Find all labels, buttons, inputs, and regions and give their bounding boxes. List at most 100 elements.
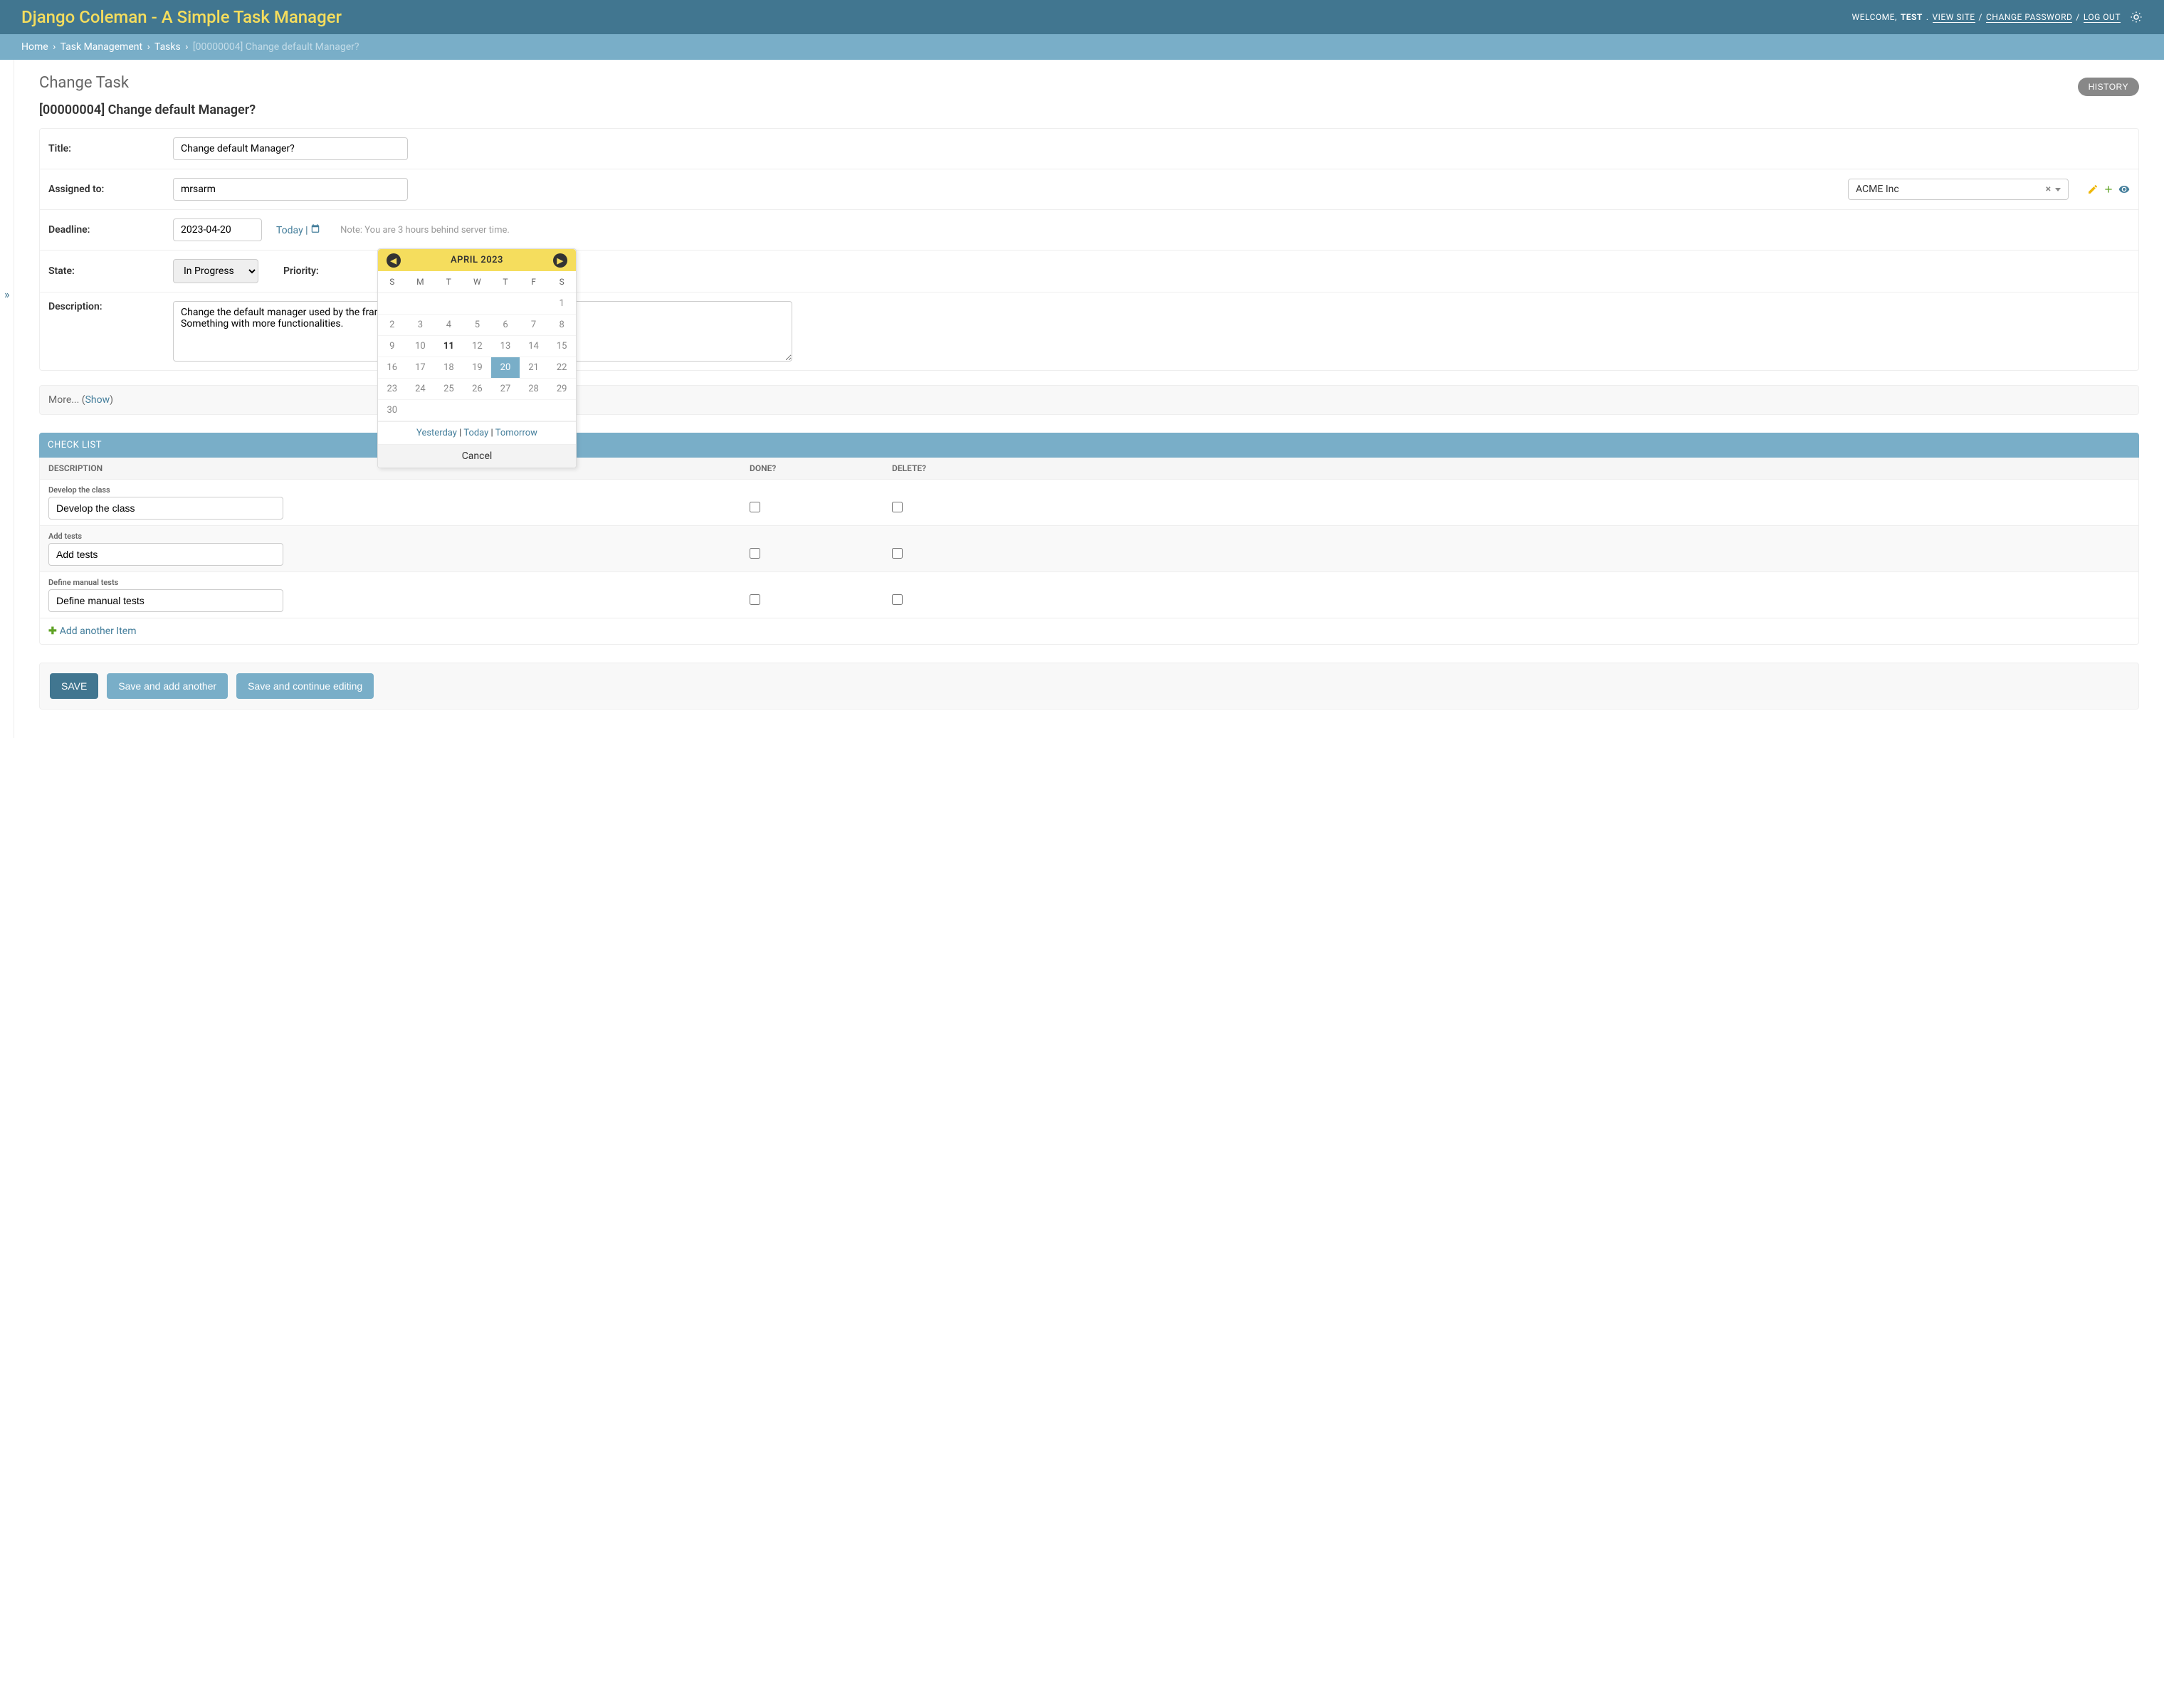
sidebar-toggle[interactable]: » [0, 60, 14, 738]
partner-select[interactable]: ACME Inc × [1848, 179, 2069, 200]
calendar-day[interactable]: 25 [434, 379, 463, 400]
calendar-day[interactable]: 7 [520, 315, 548, 336]
calendar-day[interactable]: 16 [378, 357, 406, 379]
calendar-day[interactable]: 4 [434, 315, 463, 336]
tomorrow-link[interactable]: Tomorrow [495, 428, 537, 438]
item-done-checkbox[interactable] [750, 548, 760, 559]
calendar-day[interactable]: 23 [378, 379, 406, 400]
show-link[interactable]: Show [85, 394, 110, 406]
calendar-day[interactable]: 20 [491, 357, 520, 379]
calendar-dow: M [406, 271, 435, 293]
calendar-day [491, 293, 520, 315]
calendar-day [406, 293, 435, 315]
item-description-input[interactable] [48, 497, 283, 520]
item-description-input[interactable] [48, 589, 283, 612]
state-select[interactable]: In Progress [173, 259, 258, 283]
breadcrumb-app[interactable]: Task Management [61, 41, 142, 53]
calendar-prev-button[interactable]: ◀ [387, 253, 401, 268]
main-fieldset: Title: Assigned to: ACME Inc × [39, 128, 2139, 371]
today-link[interactable]: Today [276, 225, 303, 236]
save-continue-button[interactable]: Save and continue editing [236, 673, 374, 699]
partner-value: ACME Inc [1856, 184, 1899, 195]
resolution-textarea[interactable] [564, 301, 792, 362]
calendar-day[interactable]: 13 [491, 336, 520, 357]
partner-dropdown-icon[interactable] [2055, 188, 2061, 191]
calendar-day[interactable]: 11 [434, 336, 463, 357]
calendar-day[interactable]: 6 [491, 315, 520, 336]
calendar-day[interactable]: 8 [547, 315, 576, 336]
calendar-day[interactable]: 21 [520, 357, 548, 379]
calendar-day[interactable]: 28 [520, 379, 548, 400]
object-title: [00000004] Change default Manager? [39, 102, 2139, 117]
view-icon[interactable] [2118, 184, 2130, 195]
calendar-day [463, 293, 492, 315]
breadcrumb-model[interactable]: Tasks [154, 41, 181, 53]
calendar-dow: T [491, 271, 520, 293]
calendar-day [491, 400, 520, 421]
theme-toggle-icon[interactable] [2130, 11, 2143, 23]
add-icon[interactable] [2103, 184, 2114, 195]
calendar-day[interactable]: 26 [463, 379, 492, 400]
calendar-day [520, 400, 548, 421]
title-input[interactable] [173, 137, 408, 160]
calendar-day[interactable]: 2 [378, 315, 406, 336]
calendar-next-button[interactable]: ▶ [553, 253, 567, 268]
calendar-icon[interactable] [310, 225, 320, 236]
calendar-dow: T [434, 271, 463, 293]
checklist-header: CHECK LIST [39, 433, 2139, 458]
save-button[interactable]: SAVE [50, 673, 98, 699]
item-delete-checkbox[interactable] [892, 594, 903, 605]
calendar-day[interactable]: 30 [378, 400, 406, 421]
today-shortcut-link[interactable]: Today [463, 428, 488, 438]
calendar-day[interactable]: 27 [491, 379, 520, 400]
item-done-checkbox[interactable] [750, 502, 760, 512]
user-tools: WELCOME, TEST. VIEW SITE / CHANGE PASSWO… [1852, 11, 2143, 23]
add-item-link[interactable]: ✚Add another Item [48, 626, 136, 637]
history-button[interactable]: HISTORY [2078, 78, 2139, 96]
calendar-day[interactable]: 24 [406, 379, 435, 400]
description-label: Description: [48, 301, 159, 312]
calendar-day[interactable]: 10 [406, 336, 435, 357]
view-site-link[interactable]: VIEW SITE [1933, 12, 1975, 23]
breadcrumb-home[interactable]: Home [21, 41, 48, 53]
item-done-checkbox[interactable] [750, 594, 760, 605]
calendar-day[interactable]: 15 [547, 336, 576, 357]
calendar-day[interactable]: 22 [547, 357, 576, 379]
change-password-link[interactable]: CHANGE PASSWORD [1986, 12, 2072, 23]
calendar-day[interactable]: 3 [406, 315, 435, 336]
logout-link[interactable]: LOG OUT [2084, 12, 2121, 23]
deadline-input[interactable] [173, 218, 262, 241]
assigned-to-input[interactable] [173, 178, 408, 201]
site-title[interactable]: Django Coleman - A Simple Task Manager [21, 7, 342, 27]
calendar-day [434, 400, 463, 421]
item-label: Develop the class [48, 485, 2130, 495]
calendar-grid: SMTWTFS 12345678910111213141516171819202… [378, 271, 576, 421]
calendar-day[interactable]: 9 [378, 336, 406, 357]
item-delete-checkbox[interactable] [892, 502, 903, 512]
submit-row: SAVE Save and add another Save and conti… [39, 663, 2139, 710]
checklist-row: Develop the class [40, 480, 2138, 526]
calendar-day[interactable]: 12 [463, 336, 492, 357]
calendar-shortcuts: Yesterday | Today | Tomorrow [378, 421, 576, 444]
item-delete-checkbox[interactable] [892, 548, 903, 559]
calendar-day[interactable]: 5 [463, 315, 492, 336]
calendar-day[interactable]: 17 [406, 357, 435, 379]
item-description-input[interactable] [48, 543, 283, 566]
calendar-day [547, 400, 576, 421]
calendar-day [378, 293, 406, 315]
welcome-text: WELCOME, [1852, 12, 1897, 22]
calendar-day [434, 293, 463, 315]
calendar-day[interactable]: 18 [434, 357, 463, 379]
yesterday-link[interactable]: Yesterday [416, 428, 457, 438]
save-add-another-button[interactable]: Save and add another [107, 673, 228, 699]
state-label: State: [48, 265, 159, 277]
calendar-day[interactable]: 1 [547, 293, 576, 315]
breadcrumb-current: [00000004] Change default Manager? [193, 41, 359, 53]
edit-icon[interactable] [2087, 184, 2099, 195]
calendar-cancel-link[interactable]: Cancel [462, 450, 493, 462]
partner-clear-icon[interactable]: × [2046, 184, 2051, 195]
calendar-day[interactable]: 29 [547, 379, 576, 400]
calendar-day[interactable]: 14 [520, 336, 548, 357]
calendar-day[interactable]: 19 [463, 357, 492, 379]
calendar-header: ◀ APRIL 2023 ▶ [378, 249, 576, 271]
